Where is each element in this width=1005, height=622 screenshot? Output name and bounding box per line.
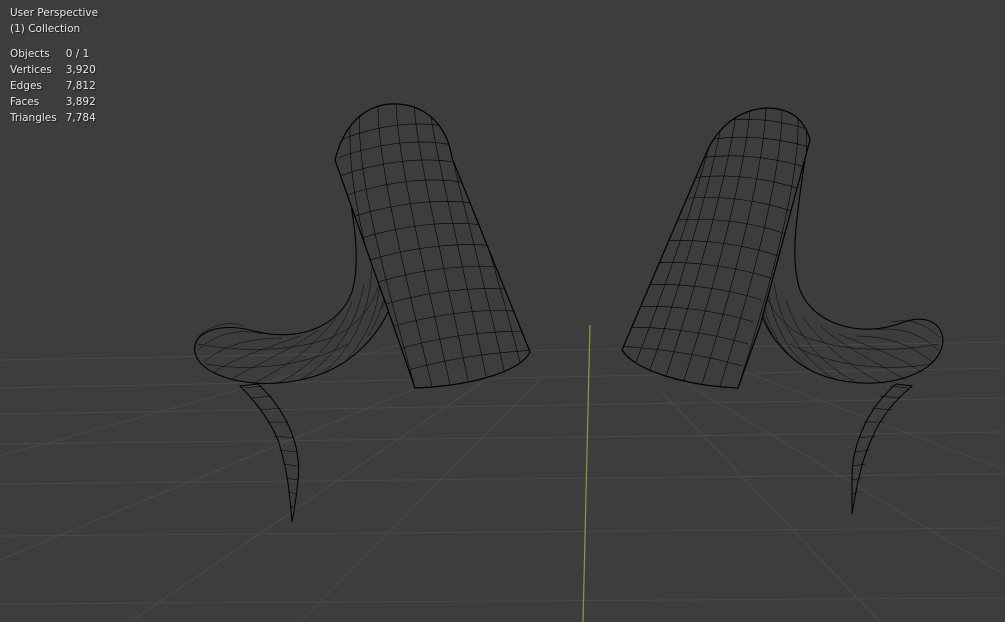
left-horn-tail bbox=[238, 383, 300, 523]
stat-label: Faces bbox=[10, 96, 40, 108]
stat-value: 7,812 bbox=[65, 80, 96, 92]
stat-label: Vertices bbox=[10, 64, 52, 76]
stat-label: Triangles bbox=[10, 112, 57, 124]
y-axis-line bbox=[582, 324, 591, 622]
stat-value: 0 / 1 bbox=[65, 48, 90, 60]
scene-statistics: Objects 0 / 1 Vertices 3,920 Edges 7,812… bbox=[10, 46, 96, 126]
stat-row-triangles: Triangles 7,784 bbox=[10, 110, 96, 126]
collection-name: (1) Collection bbox=[10, 23, 81, 35]
stat-label: Objects bbox=[10, 48, 50, 60]
stat-label: Edges bbox=[10, 80, 42, 92]
right-horn-mesh[interactable] bbox=[620, 107, 944, 515]
left-horn-mesh[interactable] bbox=[194, 103, 534, 523]
stat-row-edges: Edges 7,812 bbox=[10, 78, 96, 94]
3d-viewport[interactable]: User Perspective (1) Collection Objects … bbox=[0, 0, 1005, 622]
viewport-info-overlay: User Perspective (1) Collection Objects … bbox=[10, 5, 98, 126]
left-tail-rings bbox=[243, 385, 299, 509]
right-horn-tail bbox=[851, 383, 914, 515]
stat-row-vertices: Vertices 3,920 bbox=[10, 62, 96, 78]
floor-grid bbox=[0, 341, 1005, 622]
stat-value: 3,920 bbox=[65, 64, 96, 76]
stat-value: 3,892 bbox=[65, 96, 96, 108]
viewport-scene[interactable] bbox=[0, 0, 1005, 622]
view-name: User Perspective bbox=[10, 7, 99, 19]
stat-row-objects: Objects 0 / 1 bbox=[10, 46, 96, 62]
stat-value: 7,784 bbox=[65, 112, 96, 124]
stat-row-faces: Faces 3,892 bbox=[10, 94, 96, 110]
